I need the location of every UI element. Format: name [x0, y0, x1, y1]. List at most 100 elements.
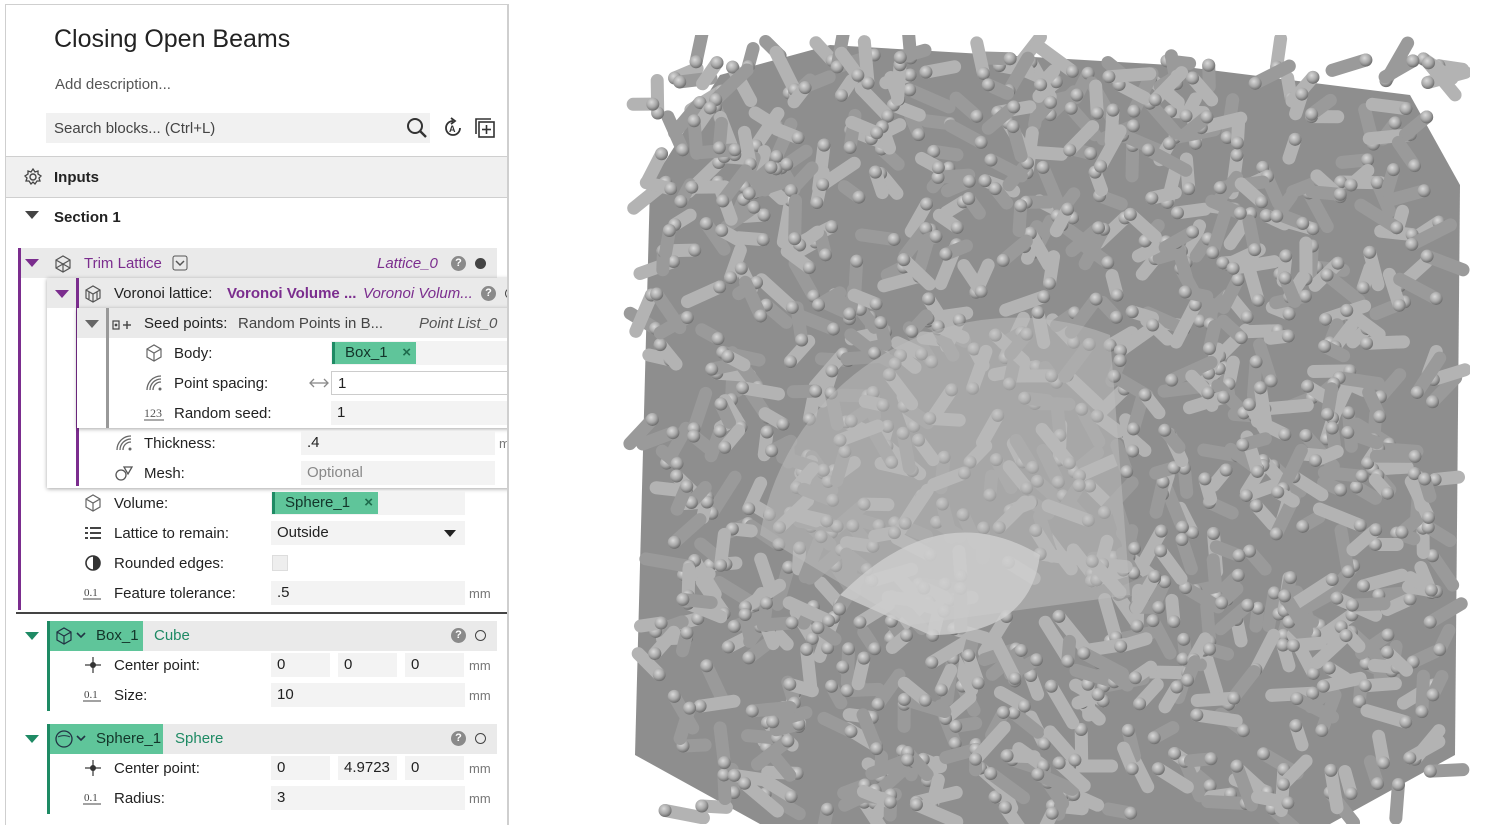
lattice-node	[758, 209, 771, 222]
collapse-icon[interactable]	[55, 290, 69, 298]
sphere-title[interactable]: Sphere_1	[96, 730, 161, 747]
collapse-icon[interactable]	[25, 632, 39, 640]
inputs-row[interactable]: Inputs	[6, 157, 507, 197]
point-spacing-input[interactable]: 1	[331, 371, 509, 395]
collapse-icon[interactable]	[25, 259, 39, 267]
lattice-node	[1190, 709, 1203, 722]
lattice-node	[1034, 78, 1047, 91]
help-icon[interactable]: ?	[451, 628, 466, 643]
lattice-node	[857, 652, 870, 665]
lattice-node	[1371, 777, 1384, 790]
search-box	[46, 113, 430, 143]
feature-tolerance-label: Feature tolerance:	[114, 585, 236, 602]
lattice-node	[1405, 238, 1418, 251]
lattice-node	[1415, 705, 1428, 718]
3d-viewport[interactable]	[610, 35, 1470, 824]
lattice-node	[1232, 549, 1245, 562]
lattice-node	[1032, 306, 1045, 319]
remove-icon[interactable]: ×	[364, 492, 373, 514]
lattice-node	[900, 629, 913, 642]
search-input[interactable]	[46, 113, 394, 143]
box-center-x[interactable]: 0	[271, 653, 330, 677]
lattice-node	[714, 559, 727, 572]
chevron-down-icon[interactable]	[75, 734, 87, 744]
sphere-center-y[interactable]: 4.9723	[338, 756, 397, 780]
lattice-node	[1363, 246, 1376, 259]
lattice-node	[1114, 354, 1127, 367]
help-icon[interactable]: ?	[451, 731, 466, 746]
lattice-node	[1265, 374, 1278, 387]
random-seed-input[interactable]: 1	[331, 401, 509, 425]
box-size-input[interactable]: 10	[271, 683, 465, 707]
lattice-node	[746, 704, 759, 717]
body-chip[interactable]: Box_1×	[332, 342, 416, 364]
lattice-node	[1281, 796, 1294, 809]
lattice-node	[1126, 762, 1139, 775]
status-circle-icon	[475, 630, 486, 641]
box-center-y[interactable]: 0	[338, 653, 397, 677]
lattice-node	[1214, 181, 1227, 194]
box-center-z[interactable]: 0	[405, 653, 464, 677]
add-block-icon[interactable]	[474, 117, 496, 139]
lattice-node	[1207, 527, 1220, 540]
sphere-center-z[interactable]: 0	[405, 756, 464, 780]
sphere-center-x[interactable]: 0	[271, 756, 330, 780]
lattice-node	[827, 323, 840, 336]
lattice-node	[894, 51, 907, 64]
help-icon[interactable]: ?	[481, 286, 496, 301]
section-collapse-icon[interactable]	[25, 211, 39, 219]
trim-lattice-title[interactable]: Trim Lattice	[84, 255, 162, 272]
lattice-node	[1255, 195, 1268, 208]
lattice-node	[1155, 525, 1168, 538]
help-icon[interactable]: ?	[451, 256, 466, 271]
mesh-input[interactable]: Optional	[301, 461, 495, 485]
volume-chip[interactable]: Sphere_1×	[272, 492, 378, 514]
auto-refresh-icon[interactable]: A	[442, 117, 464, 139]
lattice-node	[1126, 445, 1139, 458]
lattice-node	[1007, 120, 1020, 133]
lattice-node	[1186, 72, 1199, 85]
lattice-node	[1346, 599, 1359, 612]
dropdown-arrow-icon[interactable]	[444, 530, 456, 537]
description-field[interactable]: Add description...	[55, 76, 171, 93]
lattice-node	[884, 796, 897, 809]
lattice-node	[764, 161, 777, 174]
lattice-node	[816, 178, 829, 191]
seed-points-value[interactable]: Random Points in B...	[238, 315, 383, 332]
lattice-icon	[53, 254, 73, 274]
sphere-radius-input[interactable]: 3	[271, 786, 465, 810]
rounded-edges-checkbox[interactable]	[272, 555, 288, 571]
voronoi-value[interactable]: Voronoi Volume ...	[227, 285, 356, 302]
lattice-node	[969, 753, 982, 766]
lattice-node	[761, 426, 774, 439]
lattice-node	[1271, 486, 1284, 499]
lattice-node	[870, 742, 883, 755]
lattice-node	[819, 248, 832, 261]
lattice-node	[1114, 640, 1127, 653]
lattice-node	[1152, 762, 1165, 775]
lattice-node	[736, 381, 749, 394]
unit-mm: mm	[469, 688, 491, 703]
thickness-input[interactable]: .4	[301, 431, 495, 455]
feature-tolerance-input[interactable]: .5	[271, 581, 465, 605]
lattice-node	[747, 201, 760, 214]
lattice-node	[901, 753, 914, 766]
collapse-icon[interactable]	[85, 320, 99, 328]
section-title: Section 1	[54, 209, 121, 226]
remove-icon[interactable]: ×	[402, 342, 411, 364]
center-point-icon	[83, 758, 103, 778]
lattice-remain-select[interactable]: Outside	[271, 521, 465, 545]
lattice-node	[910, 798, 923, 811]
search-icon[interactable]	[406, 117, 428, 139]
lattice-node	[655, 147, 668, 160]
lattice-node	[1324, 764, 1337, 777]
chevron-down-icon[interactable]	[75, 631, 87, 641]
lattice-node	[1241, 311, 1254, 324]
lattice-node	[1295, 88, 1308, 101]
lattice-node	[1165, 374, 1178, 387]
chevron-down-icon[interactable]	[172, 255, 188, 271]
lattice-node	[1231, 273, 1244, 286]
collapse-icon[interactable]	[25, 735, 39, 743]
lattice-node	[754, 309, 767, 322]
box-title[interactable]: Box_1	[96, 627, 139, 644]
